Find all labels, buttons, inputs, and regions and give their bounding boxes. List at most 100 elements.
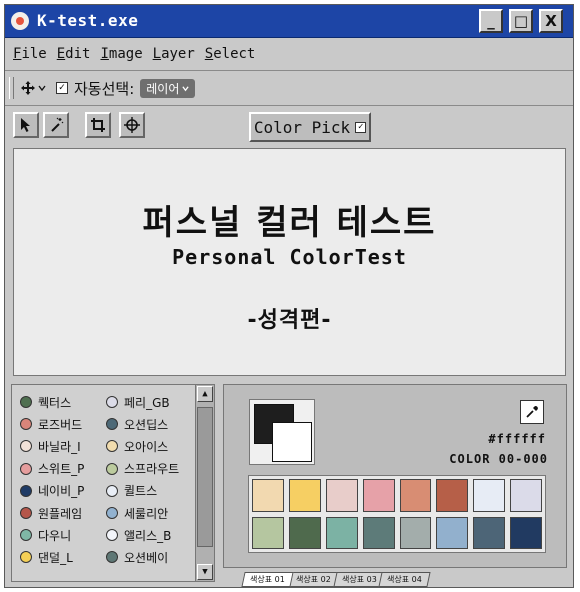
color-swatch[interactable] (473, 479, 506, 512)
color-list-item[interactable]: 스위트_P (20, 458, 108, 480)
color-list-left: 퀙터스 로즈버드바닐라_I 스위트_P 네이비_P 원플레임 다우니댄덜_L (20, 391, 108, 569)
auto-select-checkbox[interactable]: ✓ (56, 82, 68, 94)
color-swatch[interactable] (436, 479, 469, 512)
target-tool[interactable] (119, 112, 145, 138)
color-swatch[interactable] (252, 516, 284, 549)
color-list-label: 댄덜_L (38, 550, 73, 565)
close-button[interactable]: X (539, 9, 563, 33)
color-list-label: 스위트_P (38, 462, 85, 477)
color-dot (20, 551, 32, 564)
color-swatch[interactable] (399, 479, 432, 512)
color-list-item[interactable]: 세룰리안 (106, 502, 194, 524)
minimize-button[interactable]: _ (479, 9, 503, 33)
color-list-item[interactable]: 페리_GB (106, 391, 194, 413)
menu-file[interactable]: File (13, 46, 47, 62)
title-bar[interactable]: K-test.exe _ □ X (5, 5, 573, 38)
toolbar-grip[interactable] (9, 77, 14, 99)
color-list-item[interactable]: 바닐라_I (20, 435, 108, 457)
color-list-panel: 퀙터스 로즈버드바닐라_I 스위트_P 네이비_P 원플레임 다우니댄덜_L 페리_GB 오… (11, 384, 215, 582)
cursor-arrow-icon (21, 118, 30, 132)
menu-layer[interactable]: Layer (153, 46, 195, 62)
color-pick-button[interactable]: Color Pick ✓ (249, 112, 371, 142)
color-swatch[interactable] (252, 479, 284, 512)
palette-panel: #ffffff COLOR 00-000 (223, 384, 567, 568)
color-list-label: 오션딥스 (124, 417, 169, 432)
main-title-english: Personal ColorTest (172, 245, 407, 269)
palette-tab-label: 색상표 04 (387, 575, 423, 584)
color-list-label: 페리_GB (124, 395, 170, 410)
color-dot (20, 440, 32, 453)
layer-select-dropdown[interactable]: 레이어 (140, 78, 196, 98)
color-list-item[interactable]: 오션베이 (106, 546, 194, 568)
hex-value: #ffffff (488, 432, 546, 446)
color-list-item[interactable]: 오아이스 (106, 435, 194, 457)
magic-wand-tool[interactable] (43, 112, 69, 138)
fg-bg-color-selector[interactable] (249, 399, 315, 465)
color-swatch[interactable] (362, 479, 395, 512)
swatch-grid (248, 475, 546, 553)
color-dot (106, 551, 118, 564)
maximize-button[interactable]: □ (509, 9, 533, 33)
color-list-item[interactable]: 스프라우트 (106, 458, 194, 480)
color-dot (20, 529, 32, 542)
palette-tab[interactable]: 색상표 01 (241, 572, 294, 587)
menu-image[interactable]: Image (100, 46, 142, 62)
color-swatch[interactable] (473, 516, 506, 549)
move-arrows-icon (21, 81, 35, 95)
auto-select-label: 자동선택: (74, 79, 135, 98)
arrow-tool[interactable] (13, 112, 39, 138)
move-tool-dropdown[interactable] (20, 80, 46, 96)
color-list-item[interactable]: 원플레임 (20, 502, 108, 524)
color-dot (20, 507, 32, 520)
eyedropper-button[interactable] (520, 400, 544, 424)
color-list-label: 오션베이 (124, 550, 169, 565)
color-dot (20, 418, 32, 431)
color-swatch[interactable] (510, 516, 542, 549)
color-dot (106, 440, 118, 453)
color-swatch[interactable] (399, 516, 432, 549)
color-swatch[interactable] (325, 516, 358, 549)
list-scrollbar[interactable]: ▲ ▼ (195, 385, 214, 581)
color-swatch[interactable] (362, 516, 395, 549)
color-list-item[interactable]: 퀼트스 (106, 480, 194, 502)
palette-tab[interactable]: 색상표 02 (287, 572, 340, 587)
eyedropper-icon (526, 406, 538, 418)
palette-tab-label: 색상표 02 (295, 575, 331, 584)
color-pick-checkbox[interactable]: ✓ (355, 121, 367, 133)
magic-wand-icon (51, 117, 64, 132)
scroll-thumb[interactable] (197, 407, 213, 547)
background-color-swatch[interactable] (272, 422, 312, 462)
menu-select[interactable]: Select (205, 46, 256, 62)
scroll-up-button[interactable]: ▲ (197, 386, 213, 402)
color-list-label: 스프라우트 (124, 462, 180, 477)
options-bar: ✓ 자동선택: 레이어 (5, 71, 573, 106)
crosshair-icon (124, 117, 140, 133)
color-list-item[interactable]: 다우니 (20, 524, 108, 546)
canvas-area[interactable]: 퍼스널 컬러 테스트 Personal ColorTest -성격편- (13, 148, 566, 376)
color-swatch[interactable] (510, 479, 542, 512)
color-dot (20, 484, 32, 497)
crop-tool[interactable] (85, 112, 111, 138)
color-swatch[interactable] (436, 516, 469, 549)
window-title: K-test.exe (37, 11, 139, 30)
subtitle: -성격편- (247, 308, 332, 333)
color-swatch[interactable] (288, 516, 321, 549)
color-list-item[interactable]: 로즈버드 (20, 413, 108, 435)
color-list-label: 앨리스_B (124, 528, 172, 543)
color-list-item[interactable]: 댄덜_L (20, 546, 108, 568)
menu-edit[interactable]: Edit (57, 46, 91, 62)
palette-tab[interactable]: 색상표 04 (378, 572, 431, 587)
color-list-label: 네이비_P (38, 484, 85, 499)
color-list-item[interactable]: 네이비_P (20, 480, 108, 502)
color-swatch[interactable] (325, 479, 358, 512)
color-list-label: 바닐라_I (38, 439, 81, 454)
auto-select-option: ✓ 자동선택: 레이어 (56, 78, 196, 99)
color-code: COLOR 00-000 (449, 452, 548, 466)
color-list-item[interactable]: 오션딥스 (106, 413, 194, 435)
palette-tab-label: 색상표 01 (250, 575, 285, 584)
color-swatch[interactable] (288, 479, 321, 512)
scroll-down-button[interactable]: ▼ (197, 564, 213, 580)
color-list-item[interactable]: 퀙터스 (20, 391, 108, 413)
color-list-item[interactable]: 앨리스_B (106, 524, 194, 546)
palette-tab[interactable]: 색상표 03 (333, 572, 386, 587)
